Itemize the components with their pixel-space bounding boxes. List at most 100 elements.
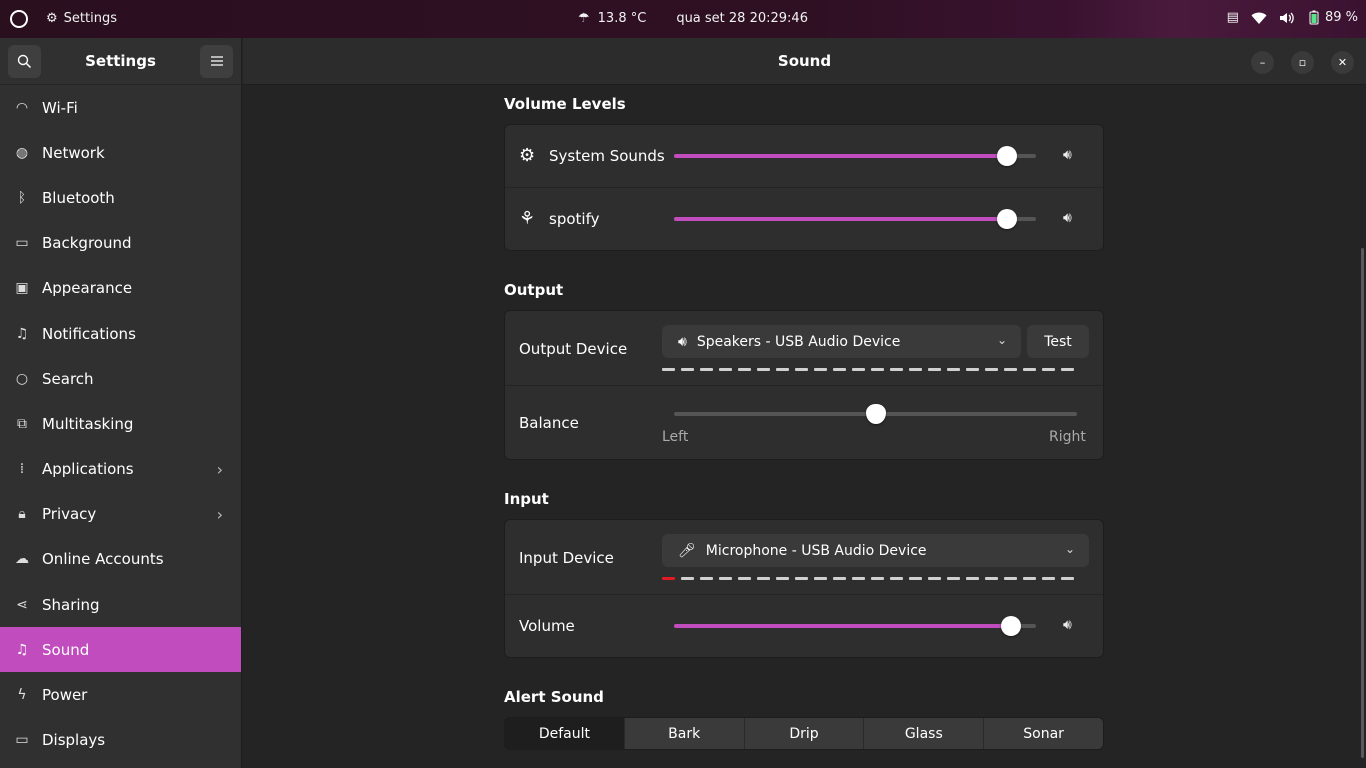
sidebar-item-power[interactable]: ϟ Power <box>0 672 241 717</box>
input-device-dropdown[interactable]: 🎤︎ Microphone - USB Audio Device ⌄ <box>662 534 1089 567</box>
speaker-icon[interactable]: 🔊︎ <box>1063 147 1072 163</box>
input-volume-label: Volume <box>519 617 575 635</box>
sidebar-item-wifi[interactable]: ◠ Wi-Fi <box>0 85 241 130</box>
sidebar-item-notifications[interactable]: ♫ Notifications <box>0 311 241 356</box>
sidebar-list: ◠ Wi-Fi ◍ Network ᛒ Bluetooth ▭ Background ▣… <box>0 85 241 763</box>
sidebar-item-applications[interactable]: ⁞ Applications › <box>0 447 241 492</box>
battery-icon <box>1309 10 1319 25</box>
input-card: Input Device 🎤︎ Microphone - USB Audio D… <box>504 519 1104 658</box>
slider-knob[interactable] <box>997 146 1018 166</box>
bluetooth-icon: ᛒ <box>17 189 27 206</box>
menu-button[interactable] <box>200 44 233 78</box>
spotify-icon: ⚘ <box>519 208 536 229</box>
sidebar-item-displays[interactable]: ▭ Displays <box>0 718 241 763</box>
system-sounds-slider[interactable] <box>674 146 1036 166</box>
wifi-icon <box>1251 12 1267 24</box>
temperature: 13.8 °C <box>597 11 647 26</box>
sidebar-item-online-accounts[interactable]: ☁ Online Accounts <box>0 537 241 582</box>
close-icon: ✕ <box>1337 56 1348 69</box>
clock-area[interactable]: ☂ 13.8 °C qua set 28 20:29:46 <box>578 11 808 26</box>
speaker-icon: 🔊︎ <box>678 333 687 350</box>
share-icon: ⋖ <box>16 596 28 613</box>
maximize-button[interactable]: ▫ <box>1291 51 1314 74</box>
balance-slider[interactable] <box>674 404 1077 424</box>
alert-option-glass[interactable]: Glass <box>864 718 985 749</box>
search-icon: ○ <box>15 370 29 387</box>
app-menu[interactable]: ⚙ Settings <box>46 11 117 26</box>
sidebar-item-search[interactable]: ○ Search <box>0 356 241 401</box>
search-icon <box>17 54 32 68</box>
sidebar-item-sharing[interactable]: ⋖ Sharing <box>0 582 241 627</box>
slider-knob[interactable] <box>865 404 886 424</box>
alert-option-bark[interactable]: Bark <box>624 718 745 749</box>
speaker-icon[interactable]: 🔊︎ <box>1063 617 1072 633</box>
header-bar: Sound – ▫ ✕ <box>243 38 1366 85</box>
system-sounds-label: System Sounds <box>549 147 665 165</box>
datetime: qua set 28 20:29:46 <box>676 11 808 26</box>
chevron-right-icon: › <box>216 504 223 524</box>
sidebar-title: Settings <box>85 52 156 70</box>
speaker-icon[interactable]: 🔊︎ <box>1063 210 1072 226</box>
output-device-dropdown[interactable]: 🔊︎ Speakers - USB Audio Device ⌄ <box>662 325 1021 358</box>
sidebar-item-sound[interactable]: ♫ Sound <box>0 627 241 673</box>
slider-knob[interactable] <box>1000 616 1021 636</box>
minimize-button[interactable]: – <box>1251 51 1274 74</box>
system-sounds-row: ⚙ System Sounds 🔊︎ <box>505 125 1103 188</box>
battery-indicator: 89 % <box>1307 10 1358 25</box>
alert-sound-selector: Default Bark Drip Glass Sonar <box>504 717 1104 750</box>
balance-left-label: Left <box>662 429 689 445</box>
bell-icon: ♫ <box>15 325 29 342</box>
weather-icon: ☂ <box>578 11 590 26</box>
volume-levels-title: Volume Levels <box>504 95 626 113</box>
sidebar-item-network[interactable]: ◍ Network <box>0 130 241 175</box>
sidebar: Settings ◠ Wi-Fi ◍ Network ᛒ Bluetooth ▭ Bac… <box>0 38 242 768</box>
system-tray[interactable]: ▤ 89 % <box>1227 10 1358 25</box>
output-device-label: Output Device <box>519 340 628 358</box>
sidebar-item-background[interactable]: ▭ Background <box>0 221 241 266</box>
close-button[interactable]: ✕ <box>1331 51 1354 74</box>
test-button[interactable]: Test <box>1027 325 1089 358</box>
activities-button[interactable] <box>10 10 28 28</box>
sidebar-item-privacy[interactable]: 🔒︎ Privacy › <box>0 492 241 537</box>
input-level-meter <box>662 577 1074 580</box>
sidebar-header: Settings <box>0 38 241 85</box>
multitasking-icon: ⧉ <box>17 415 27 432</box>
spotify-label: spotify <box>549 210 600 228</box>
alert-option-default[interactable]: Default <box>505 718 625 749</box>
spotify-slider[interactable] <box>674 209 1036 229</box>
alert-option-drip[interactable]: Drip <box>744 718 865 749</box>
microphone-icon: 🎤︎ <box>678 542 696 559</box>
sidebar-item-bluetooth[interactable]: ᛒ Bluetooth <box>0 175 241 220</box>
wifi-icon: ◠ <box>15 99 29 116</box>
input-volume-row: Volume 🔊︎ <box>505 595 1103 657</box>
clipboard-icon[interactable]: ▤ <box>1227 10 1239 25</box>
scrollbar[interactable] <box>1361 248 1364 758</box>
input-volume-slider[interactable] <box>674 616 1036 636</box>
cloud-icon: ☁ <box>15 551 29 568</box>
appearance-icon: ▣ <box>15 280 29 297</box>
chevron-right-icon: › <box>216 459 223 479</box>
output-title: Output <box>504 281 564 299</box>
network-icon: ◍ <box>15 144 29 161</box>
input-device-label: Input Device <box>519 549 614 567</box>
sidebar-item-appearance[interactable]: ▣ Appearance <box>0 266 241 311</box>
gear-icon: ⚙ <box>46 11 58 26</box>
page-title: Sound <box>777 52 832 70</box>
search-button[interactable] <box>8 44 41 78</box>
grid-icon: ⁞ <box>19 461 25 478</box>
alert-sound-title: Alert Sound <box>504 688 604 706</box>
volume-levels-card: ⚙ System Sounds 🔊︎ ⚘ spotify 🔊︎ <box>504 124 1104 251</box>
output-device-row: Output Device 🔊︎ Speakers - USB Audio De… <box>505 311 1103 386</box>
alert-option-sonar[interactable]: Sonar <box>984 718 1103 749</box>
slider-knob[interactable] <box>997 209 1018 229</box>
maximize-icon: ▫ <box>1298 56 1307 69</box>
chevron-down-icon: ⌄ <box>1064 542 1075 556</box>
output-card: Output Device 🔊︎ Speakers - USB Audio De… <box>504 310 1104 460</box>
sidebar-item-multitasking[interactable]: ⧉ Multitasking <box>0 401 241 446</box>
app-name: Settings <box>63 11 117 26</box>
system-sounds-icon: ⚙ <box>519 145 536 166</box>
input-title: Input <box>504 490 549 508</box>
output-level-meter <box>662 368 1074 371</box>
power-icon: ϟ <box>17 687 27 704</box>
input-device-row: Input Device 🎤︎ Microphone - USB Audio D… <box>505 520 1103 595</box>
